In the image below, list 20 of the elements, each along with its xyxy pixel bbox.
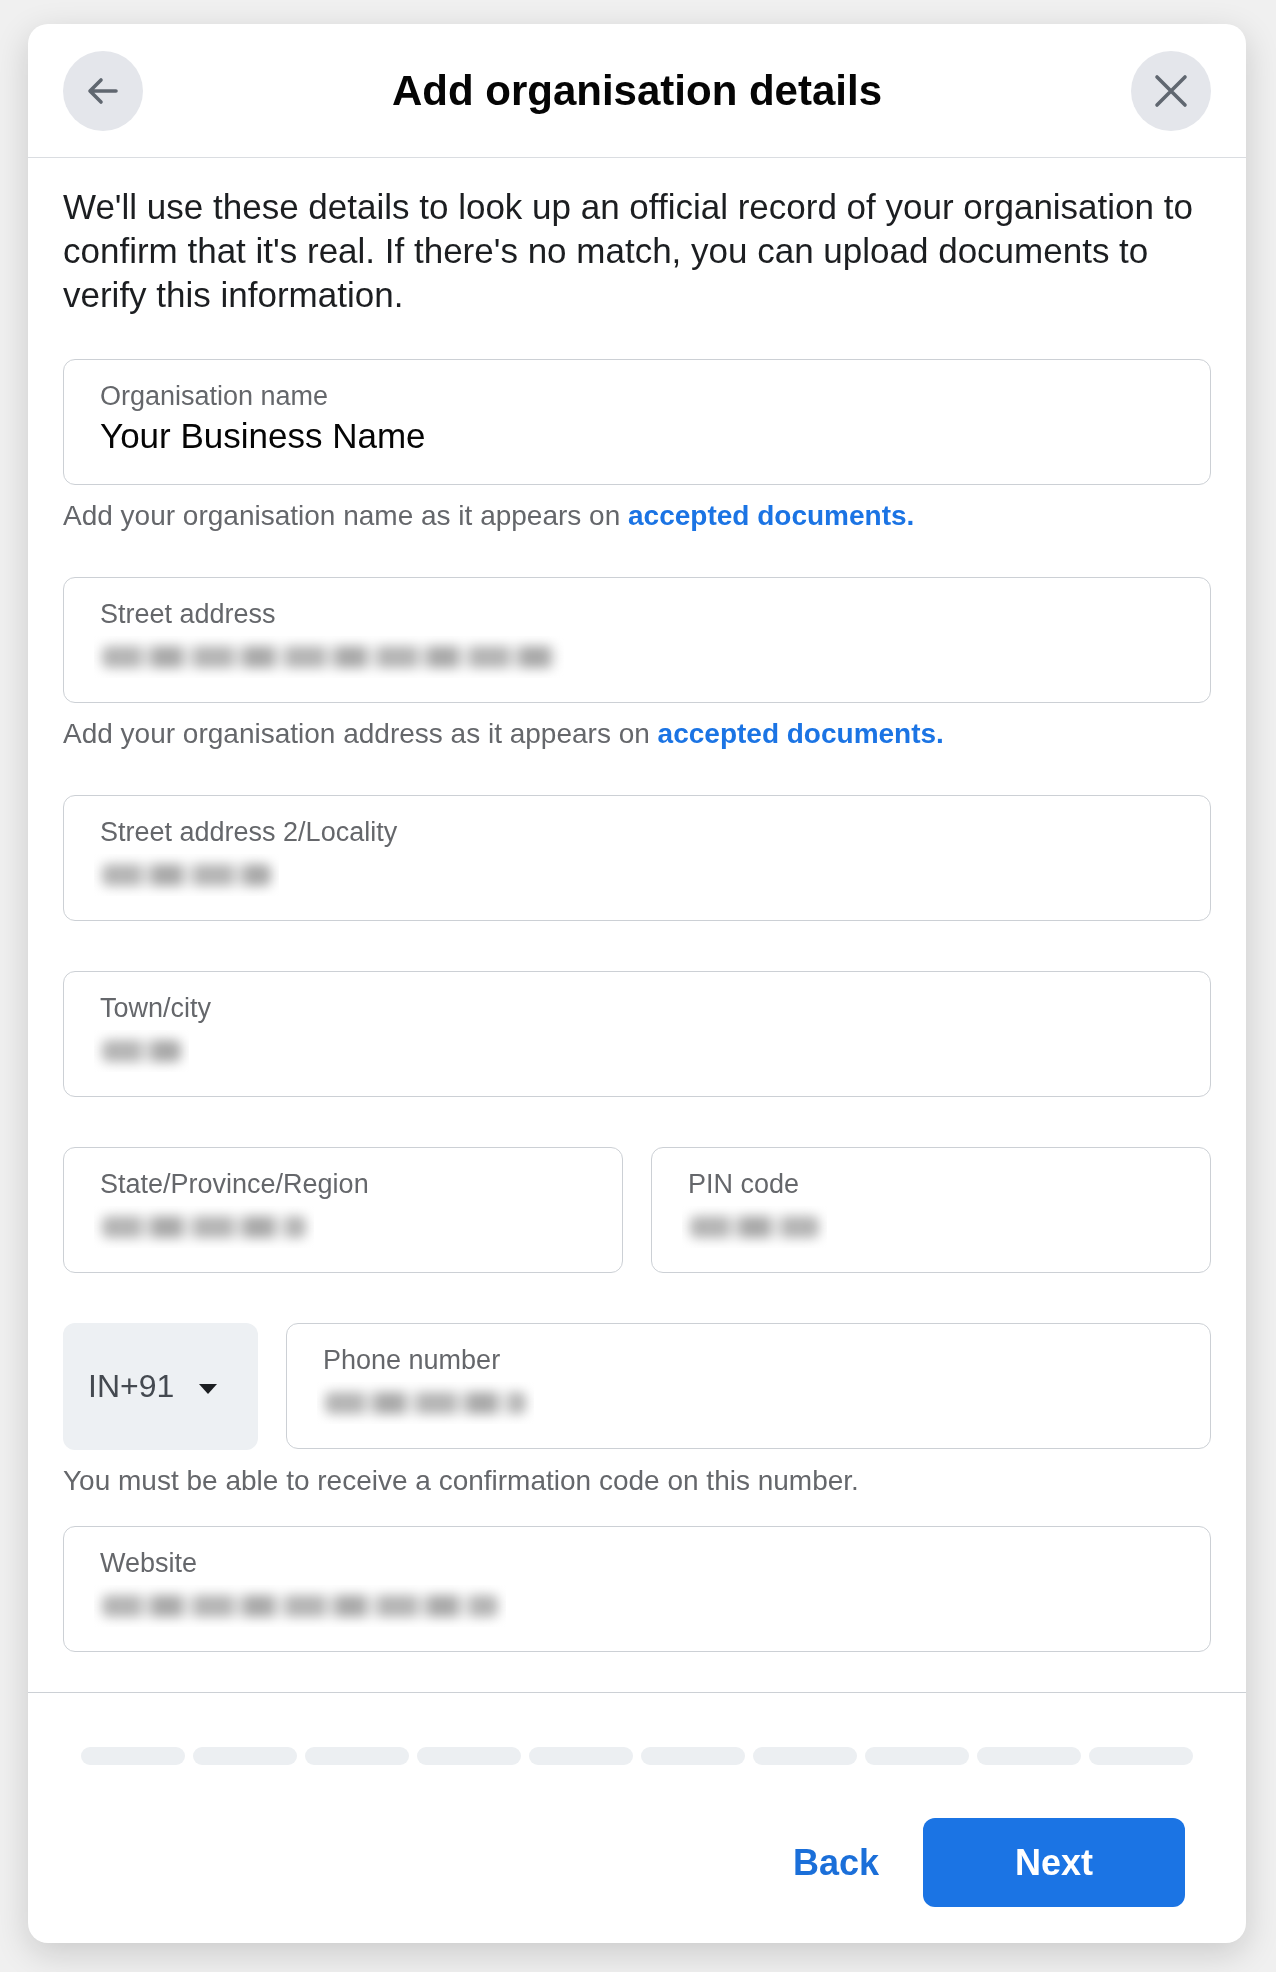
text-field[interactable]: Street address 2/Locality <box>63 795 1211 921</box>
country-code-select[interactable]: IN+91 <box>63 1323 258 1450</box>
description-text: We'll use these details to look up an official record of your organisation to confirm that it's real. If there's no match, you can upload documents to verify this information. <box>63 186 1194 316</box>
close-icon <box>1153 72 1189 109</box>
text-field[interactable]: Organisation name Your Business Name <box>63 359 1211 485</box>
helper-text: You must be able to receive a confirmation code on this number. <box>63 1464 860 1498</box>
helper-text: Add your organisation address as it appears on accepted documents. <box>63 717 945 751</box>
documents-link[interactable]: accepted documents. <box>628 500 915 531</box>
text-field[interactable]: Street address <box>63 577 1211 703</box>
documents-link[interactable]: accepted documents. <box>657 718 944 749</box>
text-field[interactable]: State/Province/Region <box>63 1147 623 1273</box>
dialog-title: Add organisation details <box>391 66 883 115</box>
text-field[interactable]: Town/city <box>63 971 1211 1097</box>
text-field[interactable]: Website <box>63 1526 1211 1652</box>
back-button[interactable]: Back <box>772 1818 899 1907</box>
helper-text: Add your organisation name as it appears on accepted documents. <box>63 499 916 533</box>
text-field[interactable]: PIN code <box>651 1147 1211 1273</box>
next-button[interactable]: Next <box>923 1818 1185 1907</box>
caret-icon <box>198 1382 219 1395</box>
text-field[interactable]: Phone number <box>286 1323 1211 1449</box>
